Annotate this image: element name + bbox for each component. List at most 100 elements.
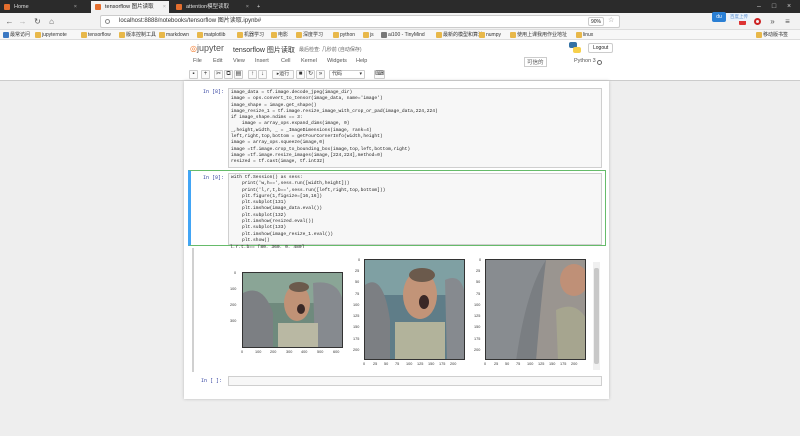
close-icon[interactable]: × — [246, 1, 249, 13]
ytick: 100 — [353, 303, 360, 307]
photo-resized — [365, 260, 464, 359]
folder-icon — [510, 32, 516, 38]
ytick: 175 — [474, 337, 481, 341]
more-icon[interactable]: » — [767, 16, 778, 27]
ytick: 150 — [474, 325, 481, 329]
bookmark-item[interactable]: markdown — [158, 31, 189, 39]
bookmark-item[interactable]: js — [362, 31, 374, 39]
kernel-indicator: Python 3 — [574, 58, 596, 64]
minimize-button[interactable]: – — [752, 0, 766, 13]
cell-type-select[interactable]: 代码 ▾ — [329, 70, 365, 79]
tab-label: Home — [14, 4, 29, 10]
bookmark-item[interactable]: 深度学习 — [295, 31, 323, 39]
ytick: 50 — [355, 280, 360, 284]
xtick: 175 — [560, 362, 567, 366]
ytick: 300 — [230, 319, 237, 323]
ytick: 200 — [474, 348, 481, 352]
mobile-bookmarks[interactable]: 移动版书签 — [755, 31, 788, 39]
tab-tensorflow[interactable]: tensorflow 图片读取 × — [91, 1, 169, 13]
move-up-icon[interactable]: ↑ — [248, 70, 257, 79]
logout-button[interactable]: Logout — [588, 43, 614, 53]
ytick: 0 — [479, 258, 482, 262]
reload-icon[interactable]: ↻ — [32, 16, 43, 27]
ytick: 150 — [353, 325, 360, 329]
zoom-level[interactable]: 90% — [588, 17, 605, 26]
move-down-icon[interactable]: ↓ — [258, 70, 267, 79]
close-window-button[interactable]: × — [782, 0, 796, 13]
tab-attention[interactable]: attention模型读取 × — [172, 1, 252, 13]
back-arrow-icon[interactable]: ← — [4, 16, 15, 27]
notebook-title[interactable]: tensorflow 图片读取 — [233, 45, 295, 55]
bookmark-item[interactable]: 机器学习 — [236, 31, 264, 39]
ytick: 75 — [476, 292, 481, 296]
menu-view[interactable]: View — [233, 58, 245, 64]
bookmark-item[interactable]: 最常访问 — [2, 31, 30, 39]
new-tab-button[interactable]: + — [254, 1, 266, 13]
copy-icon[interactable]: ⧉ — [224, 70, 233, 79]
bookmark-item[interactable]: linux — [575, 31, 593, 39]
code-cell[interactable]: with tf.Session() as sess: print('w,h=='… — [228, 173, 602, 245]
folder-icon — [296, 32, 302, 38]
xtick: 500 — [317, 350, 324, 354]
menu-kernel[interactable]: Kernel — [301, 58, 317, 64]
folder-icon — [237, 32, 243, 38]
bookmark-star-icon[interactable]: ☆ — [608, 16, 614, 24]
code-cell[interactable]: image_data = tf.image.decode_jpeg(image_… — [228, 88, 602, 168]
url-text: localhost:8888/notebooks/tensorflow 图片读取… — [119, 18, 262, 24]
xtick: 400 — [301, 350, 308, 354]
xtick: 125 — [417, 362, 424, 366]
tab-home[interactable]: Home × — [0, 1, 80, 13]
bookmark-item[interactable]: numpy — [478, 31, 501, 39]
bookmark-item[interactable]: 使用上课我用作业地址 — [509, 31, 567, 39]
close-icon[interactable]: × — [74, 1, 77, 13]
ytick: 75 — [355, 292, 360, 296]
image-axes — [242, 272, 343, 348]
stop-icon[interactable]: ■ — [296, 70, 305, 79]
bookmark-item[interactable]: 版本控制工具 — [118, 31, 156, 39]
photo-crop-pad — [486, 260, 585, 359]
run-button[interactable]: ▸运行 — [272, 70, 294, 79]
menu-insert[interactable]: Insert — [255, 58, 269, 64]
command-palette-icon[interactable]: ⌨ — [374, 70, 385, 79]
menu-file[interactable]: File — [193, 58, 202, 64]
paste-icon[interactable]: ▤ — [234, 70, 243, 79]
cut-icon[interactable]: ✂ — [214, 70, 223, 79]
folder-icon — [333, 32, 339, 38]
ytick: 125 — [474, 314, 481, 318]
cell-prompt: In [ ]: — [201, 378, 223, 384]
menu-help[interactable]: Help — [356, 58, 367, 64]
bookmark-item[interactable]: matplotlib — [196, 31, 225, 39]
bookmark-item[interactable]: python — [332, 31, 355, 39]
home-icon[interactable]: ⌂ — [46, 16, 57, 27]
jupyter-logo[interactable]: ◎jupyter — [190, 43, 224, 53]
bookmark-item[interactable]: 电影 — [270, 31, 288, 39]
xtick: 175 — [439, 362, 446, 366]
trusted-indicator[interactable]: 可信的 — [524, 57, 547, 67]
bookmark-item[interactable]: ai100 - TinyMind — [380, 31, 425, 39]
folder-icon — [197, 32, 203, 38]
chevron-down-icon: ▾ — [359, 71, 362, 77]
address-bar[interactable]: localhost:8888/notebooks/tensorflow 图片读取… — [100, 15, 620, 28]
bookmark-item[interactable]: tensorflow — [80, 31, 111, 39]
bookmark-item[interactable]: 最新的模型和算法 — [435, 31, 483, 39]
opera-icon[interactable] — [752, 16, 763, 27]
restart-run-icon[interactable]: » — [316, 70, 325, 79]
baidu-icon[interactable]: du — [712, 12, 726, 22]
menu-cell[interactable]: Cell — [281, 58, 290, 64]
bookmark-item[interactable]: jupyternote — [34, 31, 67, 39]
forward-arrow-icon[interactable]: → — [17, 16, 28, 27]
empty-code-cell[interactable] — [228, 376, 602, 386]
menu-edit[interactable]: Edit — [213, 58, 222, 64]
ytick: 125 — [353, 314, 360, 318]
menu-widgets[interactable]: Widgets — [327, 58, 347, 64]
menu-icon[interactable]: ≡ — [782, 16, 793, 27]
restart-icon[interactable]: ↻ — [306, 70, 315, 79]
insert-cell-button[interactable]: + — [201, 70, 210, 79]
baidu-upload-label[interactable]: 百度上传 — [728, 13, 750, 21]
output-scrollbar-thumb[interactable] — [594, 268, 599, 364]
close-icon[interactable]: × — [163, 1, 166, 13]
maximize-button[interactable]: □ — [767, 0, 781, 13]
save-icon[interactable]: ▪ — [189, 70, 198, 79]
ytick: 25 — [355, 269, 360, 273]
xtick: 100 — [527, 362, 534, 366]
